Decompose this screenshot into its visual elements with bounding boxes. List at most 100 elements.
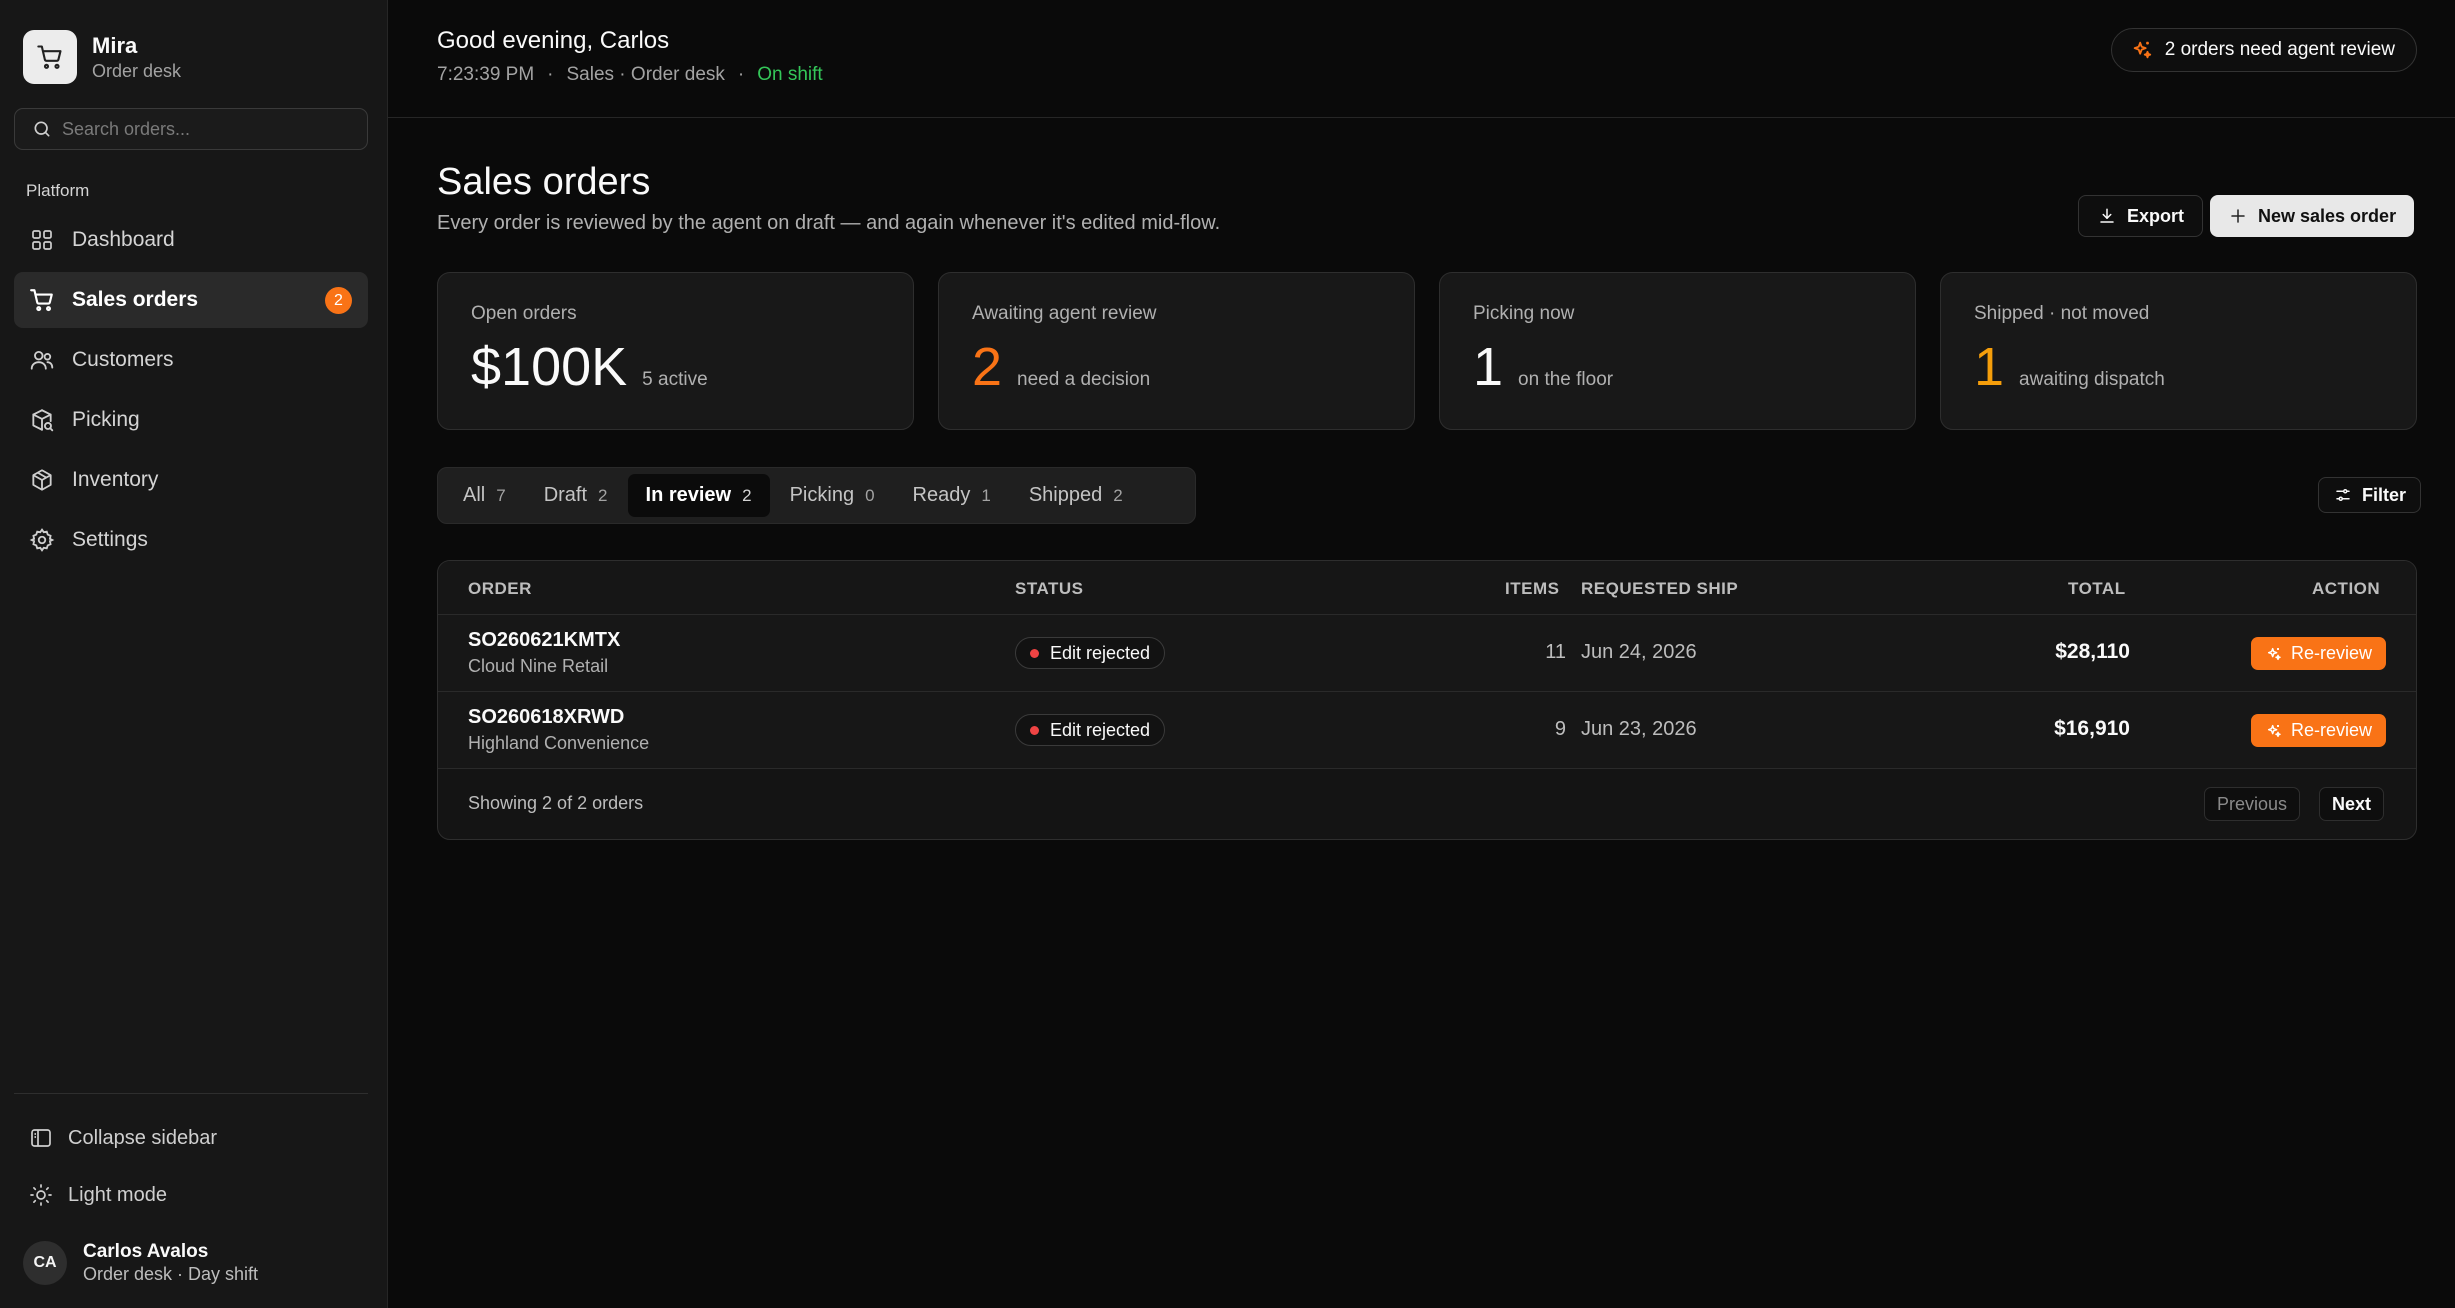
sidebar-item-label: Dashboard [72,228,175,251]
status-badge: Edit rejected [1015,637,1166,669]
sidebar: Mira Order desk Platform Dashboard Sales… [0,0,388,1308]
customer-name: Highland Convenience [468,733,650,753]
column-header-items[interactable]: ITEMS [1505,579,1559,599]
order-id[interactable]: SO260618XRWD [468,706,649,729]
status-dot [1030,648,1039,658]
tab-draft[interactable]: Draft 2 [526,474,626,517]
light-mode-label: Light mode [68,1183,167,1206]
re-review-label: Re-review [2290,720,2372,740]
filter-button[interactable]: Filter [2318,477,2422,513]
column-header-order[interactable]: ORDER [468,579,532,599]
orders-table: ORDER STATUS ITEMS REQUESTED SHIP TOTAL … [437,560,2417,840]
status-badge: Edit rejected [1015,714,1166,746]
page-title: Sales orders [437,161,651,203]
tab-count: 1 [981,485,991,505]
new-sales-order-button[interactable]: New sales order [2210,195,2415,237]
header-meta: 7:23:39 PM · Sales · Order desk · On shi… [437,64,823,86]
search-input[interactable] [62,118,352,140]
search-icon [32,119,52,139]
sidebar-divider [14,1093,368,1094]
status-label: Edit rejected [1050,719,1151,740]
items-count: 9 [1554,718,1566,740]
picking-icon [28,406,56,434]
stat-card-open-orders: Open orders $100K 5 active [437,272,914,430]
sidebar-item-label: Settings [72,528,148,551]
sidebar-toggle-icon [28,1124,54,1152]
tab-count: 7 [496,485,506,505]
tab-count: 2 [742,485,752,505]
tab-all[interactable]: All 7 [445,474,524,517]
dashboard-icon [28,226,56,254]
stat-note: on the floor [1518,369,1614,390]
collapse-sidebar-button[interactable]: Collapse sidebar [28,1124,217,1152]
user-profile[interactable]: CA Carlos Avalos Order desk · Day shift [23,1240,258,1285]
export-button[interactable]: Export [2078,195,2204,237]
tab-label: All [463,484,486,506]
items-count: 11 [1545,641,1566,663]
sidebar-item-dashboard[interactable]: Dashboard [14,212,368,268]
sidebar-item-sales-orders[interactable]: Sales orders 2 [14,272,368,328]
stat-note: awaiting dispatch [2019,369,2165,390]
status-label: Edit rejected [1050,642,1151,663]
sidebar-item-customers[interactable]: Customers [14,332,368,388]
sidebar-item-label: Inventory [72,468,159,491]
tab-picking[interactable]: Picking 0 [772,474,893,517]
download-icon [2097,206,2117,226]
stat-label: Picking now [1473,303,1575,324]
stat-value: 1 [1473,337,1504,397]
stat-cards: Open orders $100K 5 active Awaiting agen… [437,272,2417,430]
user-name: Carlos Avalos [83,1241,209,1262]
column-header-status[interactable]: STATUS [1015,579,1083,599]
order-total: $28,110 [2055,640,2130,663]
table-row[interactable]: SO260618XRWD Highland Convenience Edit r… [438,692,2416,769]
requested-ship-date: Jun 24, 2026 [1581,641,1697,663]
agent-review-alert-button[interactable]: 2 orders need agent review [2110,28,2417,72]
sidebar-nav: Dashboard Sales orders 2 Customers Picki… [14,212,368,572]
tab-ready[interactable]: Ready 1 [895,474,1009,517]
sidebar-item-settings[interactable]: Settings [14,512,368,568]
tab-label: Picking [789,484,855,506]
sidebar-item-picking[interactable]: Picking [14,392,368,448]
requested-ship-date: Jun 23, 2026 [1581,718,1697,740]
pagination-summary: Showing 2 of 2 orders [468,793,644,813]
re-review-button[interactable]: Re-review [2250,714,2386,747]
customer-name: Cloud Nine Retail [468,656,609,676]
column-header-total[interactable]: TOTAL [2068,579,2126,599]
nav-section-label: Platform [26,181,90,200]
previous-page-button[interactable]: Previous [2204,787,2301,821]
order-total: $16,910 [2054,717,2130,740]
sparkles-icon [2131,39,2153,61]
tab-in-review[interactable]: In review 2 [627,474,770,517]
tab-label: Draft [543,484,588,506]
stat-value: 1 [1974,337,2005,397]
collapse-sidebar-label: Collapse sidebar [68,1126,217,1149]
stat-value: $100K [471,337,628,397]
sidebar-item-inventory[interactable]: Inventory [14,452,368,508]
plus-icon [2228,206,2248,226]
tab-shipped[interactable]: Shipped 2 [1011,474,1141,517]
sun-icon [28,1181,54,1209]
box-icon [28,466,56,494]
brand[interactable]: Mira Order desk [23,30,181,84]
count-badge: 2 [325,287,352,314]
next-page-button[interactable]: Next [2319,787,2385,821]
tab-label: In review [645,484,732,506]
clock-time: 7:23:39 PM [437,64,535,85]
sidebar-item-label: Picking [72,408,140,431]
stat-card-picking-now: Picking now 1 on the floor [1439,272,1916,430]
greeting: Good evening, Carlos [437,27,670,54]
sparkles-icon [2265,722,2283,740]
tab-count: 0 [865,485,875,505]
stat-label: Awaiting agent review [972,303,1157,324]
sidebar-item-label: Sales orders [72,288,199,311]
re-review-button[interactable]: Re-review [2250,637,2386,670]
stat-note: 5 active [642,369,708,390]
light-mode-toggle[interactable]: Light mode [28,1181,167,1209]
new-sales-order-label: New sales order [2258,205,2397,226]
stat-card-shipped-not-moved: Shipped · not moved 1 awaiting dispatch [1940,272,2417,430]
stat-label: Open orders [471,303,577,324]
cart-icon [28,286,56,314]
column-header-requested-ship[interactable]: REQUESTED SHIP [1581,579,1738,599]
order-id[interactable]: SO260621KMTX [468,629,620,652]
table-row[interactable]: SO260621KMTX Cloud Nine Retail Edit reje… [438,615,2416,692]
